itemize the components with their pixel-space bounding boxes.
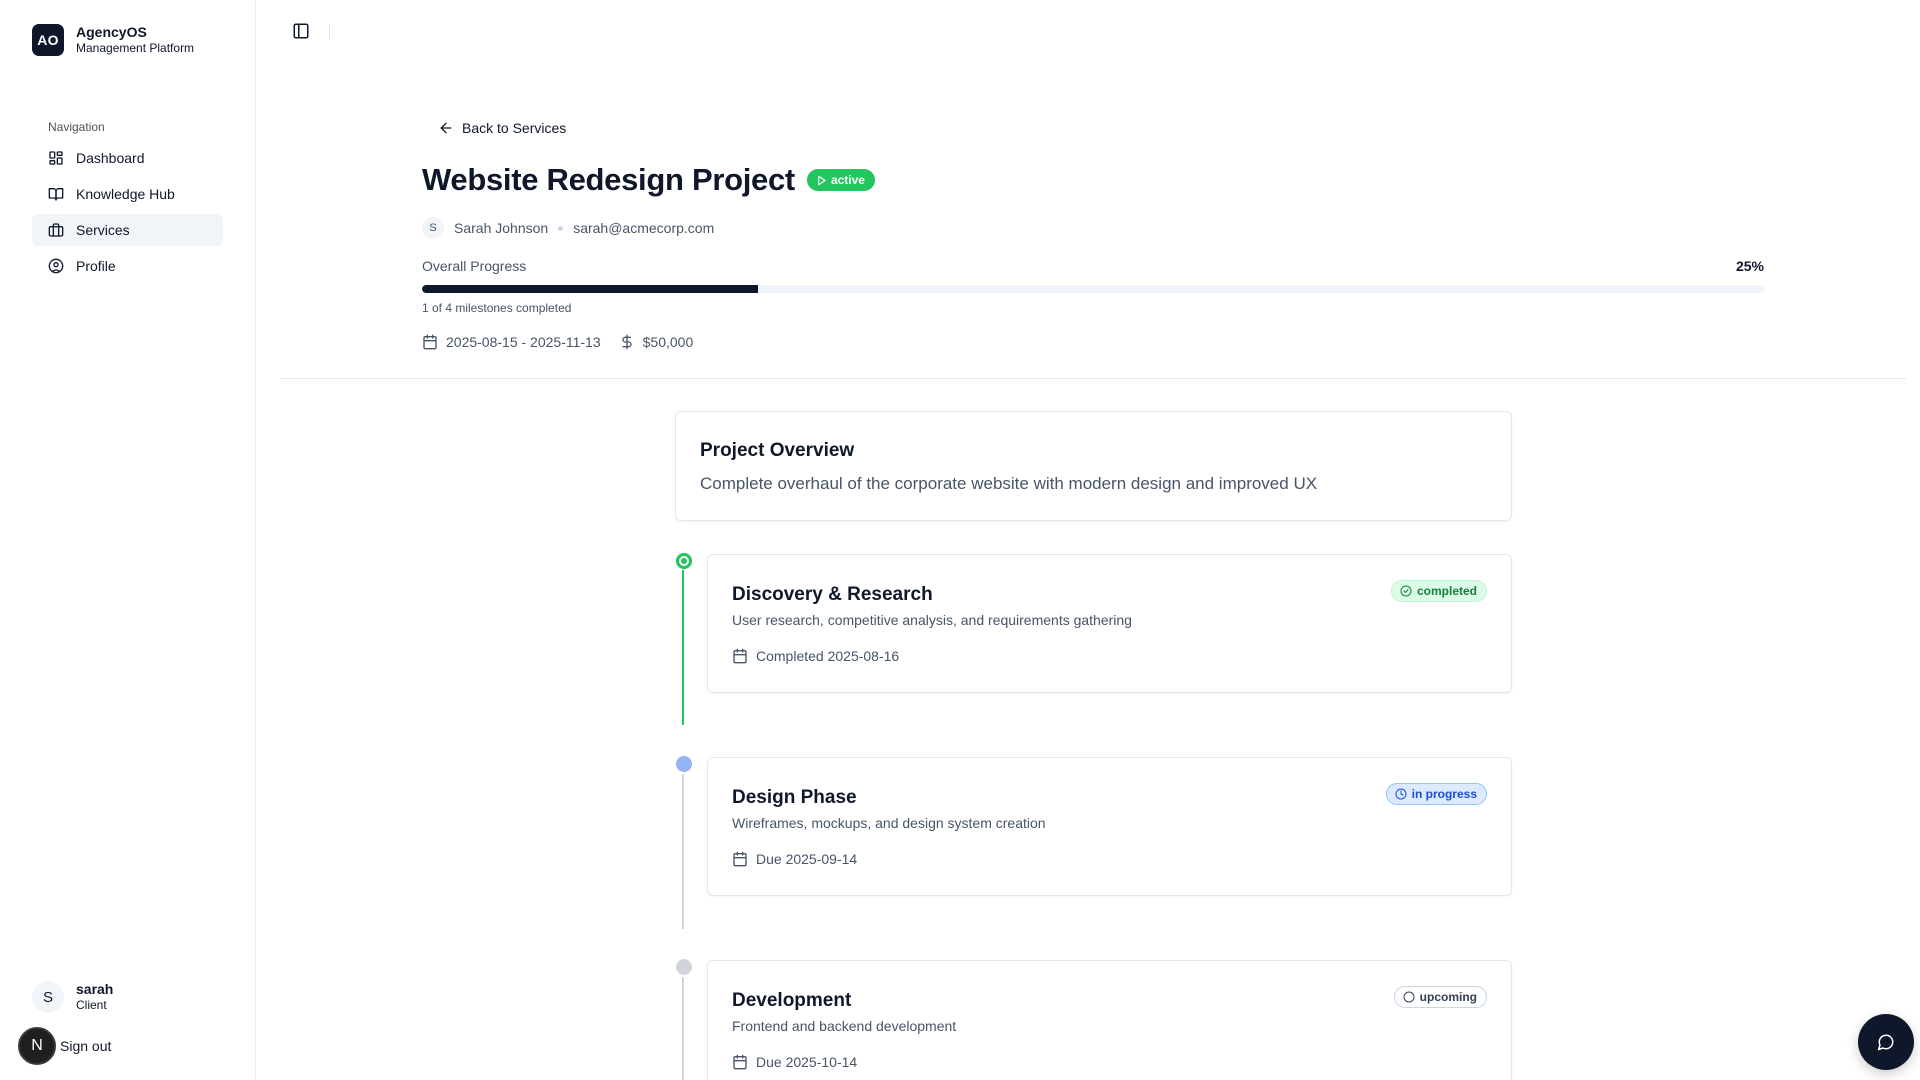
milestone-card[interactable]: Design Phase Wireframes, mockups, and de… (707, 757, 1512, 896)
play-icon (816, 175, 831, 186)
calendar-icon (732, 1054, 756, 1070)
clock-icon (1395, 788, 1412, 800)
timeline-check-icon (676, 553, 692, 569)
chat-icon (1877, 1033, 1895, 1051)
milestone-description: Wireframes, mockups, and design system c… (732, 815, 1046, 831)
avatar: S (32, 981, 64, 1013)
project-dates: 2025-08-15 - 2025-11-13 (446, 334, 601, 350)
progress-summary: 1 of 4 milestones completed (422, 301, 572, 315)
client-info: S Sarah Johnson sarah@acmecorp.com (422, 217, 714, 239)
status-badge-label: completed (1416, 584, 1477, 598)
user-role: Client (76, 998, 107, 1013)
timeline-connector (682, 570, 684, 725)
milestone-date-text: Completed 2025-08-16 (756, 648, 900, 664)
calendar-icon (422, 334, 438, 350)
timeline-connector (682, 977, 684, 1080)
brand-subtitle: Management Platform (76, 41, 195, 56)
milestone-description: User research, competitive analysis, and… (732, 612, 1132, 628)
sidebar-item-label: Knowledge Hub (76, 186, 175, 202)
milestone-title: Design Phase (732, 787, 857, 808)
milestone-description: Frontend and backend development (732, 1018, 957, 1034)
check-circle-icon (1400, 585, 1417, 597)
brand-logo: AO (32, 24, 64, 56)
user-profile[interactable]: S sarah Client (32, 981, 113, 1013)
topbar-divider (329, 24, 330, 40)
status-badge: in progress (1385, 783, 1487, 805)
status-badge: active (806, 169, 875, 191)
progress-bar (422, 285, 1765, 293)
milestone-date-text: Due 2025-10-14 (756, 1054, 858, 1070)
sidebar-item-profile[interactable]: Profile (32, 250, 223, 282)
sidebar-item-label: Profile (76, 258, 116, 274)
dollar-icon (619, 334, 635, 350)
milestone-card[interactable]: Discovery & Research User research, comp… (707, 554, 1512, 693)
sidebar-nav: Dashboard Knowledge Hub Services Profile (32, 142, 223, 286)
calendar-icon (732, 648, 756, 664)
sidebar: AO AgencyOS Management Platform Navigati… (0, 0, 256, 1080)
brand[interactable]: AO AgencyOS Management Platform (32, 24, 194, 56)
status-badge-label: upcoming (1419, 990, 1477, 1004)
sign-out-row: N Sign out (18, 1027, 111, 1065)
page-title: Website Redesign Project (422, 162, 795, 197)
sidebar-item-label: Dashboard (76, 150, 145, 166)
status-badge: completed (1390, 580, 1487, 602)
n-badge-icon[interactable]: N (18, 1027, 56, 1065)
dot-separator (558, 225, 564, 231)
sidebar-item-dashboard[interactable]: Dashboard (32, 142, 223, 174)
progress-bar-fill (422, 285, 758, 293)
status-badge-label: active (830, 173, 865, 187)
brand-name: AgencyOS (76, 24, 147, 41)
user-name: sarah (76, 981, 114, 998)
progress-percent: 25% (1735, 258, 1764, 274)
arrow-left-icon (438, 120, 462, 136)
sign-out-button[interactable]: Sign out (60, 1038, 111, 1054)
sidebar-item-knowledge-hub[interactable]: Knowledge Hub (32, 178, 223, 210)
project-budget: $50,000 (642, 334, 694, 350)
milestone-title: Development (732, 990, 852, 1011)
sidebar-item-services[interactable]: Services (32, 214, 223, 246)
client-avatar: S (422, 217, 444, 239)
back-to-services-link[interactable]: Back to Services (438, 120, 566, 136)
client-name: Sarah Johnson (454, 220, 549, 236)
briefcase-icon (48, 222, 76, 238)
header-divider (281, 378, 1906, 379)
timeline-connector (682, 774, 684, 929)
milestone-date: Due 2025-09-14 (732, 851, 857, 867)
client-email[interactable]: sarah@acmecorp.com (573, 220, 714, 236)
nav-section-label: Navigation (48, 120, 105, 134)
status-badge: upcoming (1393, 986, 1487, 1008)
milestone-date: Completed 2025-08-16 (732, 648, 899, 664)
back-label: Back to Services (462, 120, 567, 136)
book-icon (48, 186, 76, 202)
overview-title: Project Overview (700, 440, 855, 461)
user-circle-icon (48, 258, 76, 274)
timeline-dot-in-progress (676, 756, 692, 772)
overview-description: Complete overhaul of the corporate websi… (700, 474, 1318, 493)
milestone-date: Due 2025-10-14 (732, 1054, 857, 1070)
title-row: Website Redesign Project active (422, 162, 875, 198)
milestone-card[interactable]: Development Frontend and backend develop… (707, 960, 1512, 1080)
chat-button[interactable] (1858, 1014, 1914, 1070)
timeline-dot-upcoming (676, 959, 692, 975)
sidebar-toggle-icon[interactable] (292, 22, 310, 40)
progress-label: Overall Progress (422, 258, 527, 274)
project-meta: 2025-08-15 - 2025-11-13 $50,000 (422, 334, 693, 350)
status-badge-label: in progress (1411, 787, 1477, 801)
milestone-date-text: Due 2025-09-14 (756, 851, 858, 867)
calendar-icon (732, 851, 756, 867)
milestone-title: Discovery & Research (732, 584, 933, 605)
circle-icon (1403, 991, 1420, 1003)
dashboard-icon (48, 150, 76, 166)
project-overview-card: Project Overview Complete overhaul of th… (675, 411, 1512, 521)
sidebar-item-label: Services (76, 222, 130, 238)
